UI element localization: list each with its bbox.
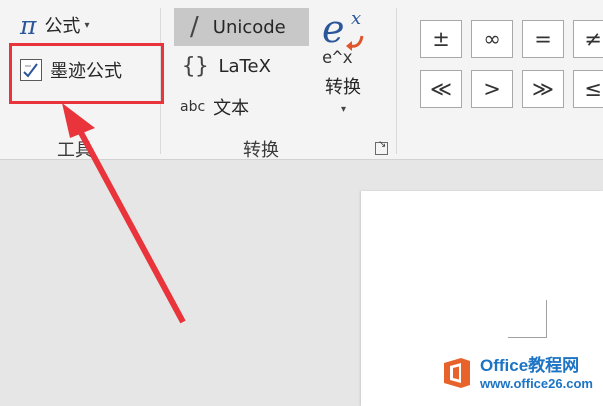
watermark: Office教程网 www.office26.com — [440, 356, 593, 390]
annotation-arrow — [62, 103, 186, 324]
office-logo-icon — [440, 356, 474, 390]
watermark-title: Office教程网 — [480, 355, 580, 375]
watermark-url: www.office26.com — [480, 375, 593, 391]
